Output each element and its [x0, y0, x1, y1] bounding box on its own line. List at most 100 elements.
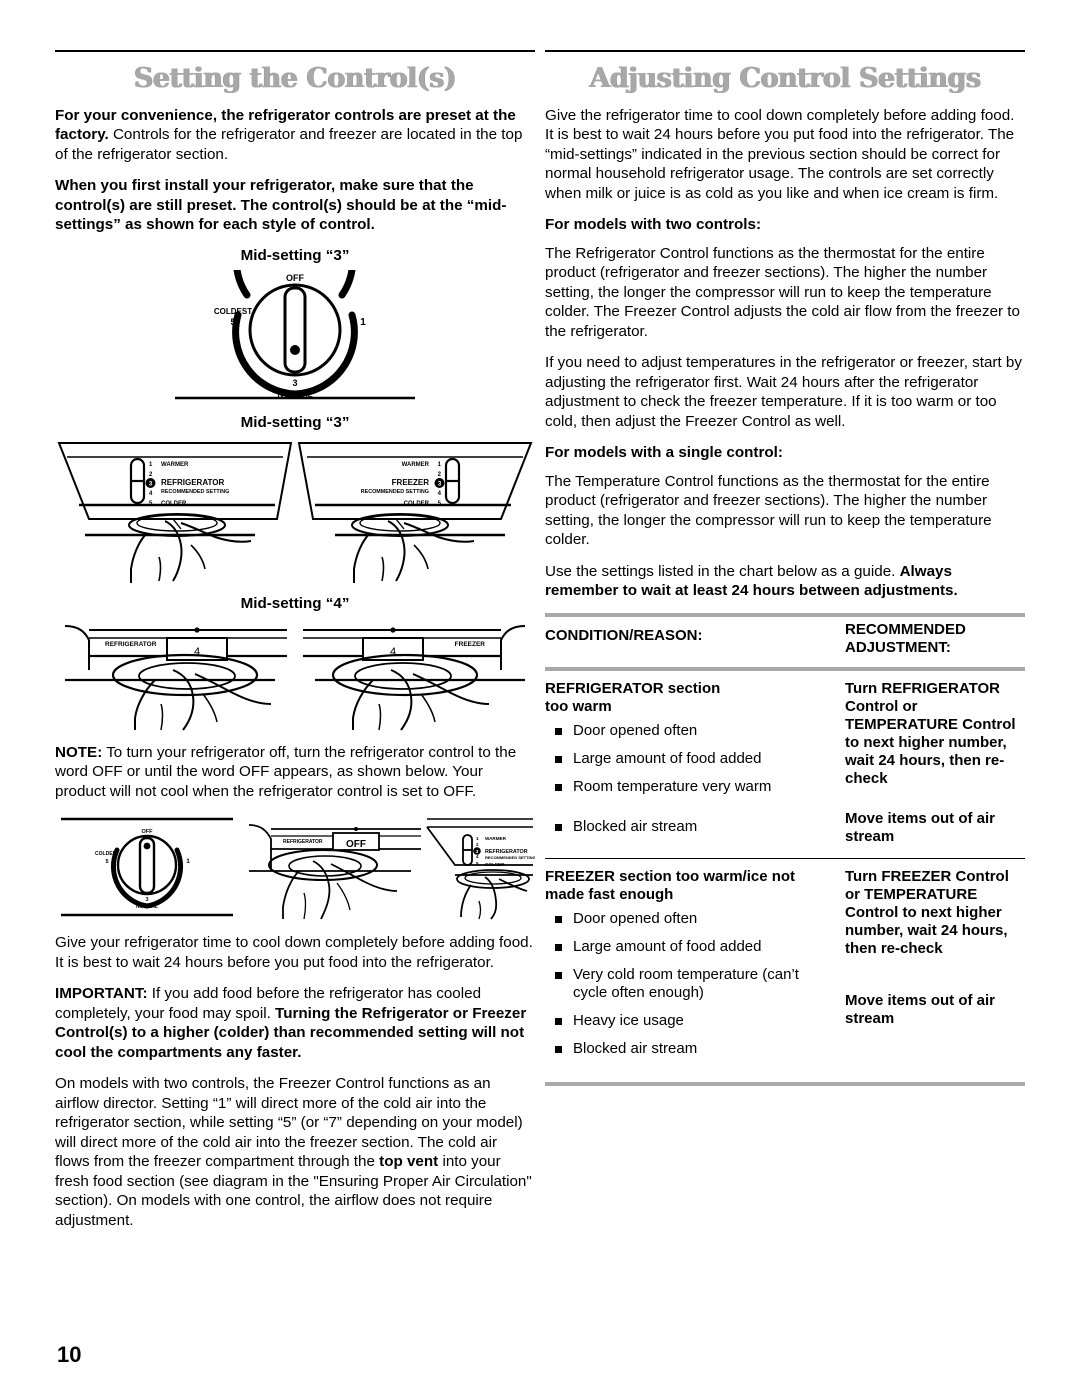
freezer-panel-num-4: 4 [438, 491, 442, 497]
off-dial-label-coldest: COLDEST [95, 851, 119, 857]
chart-row2-bullets-2: Blocked air stream [545, 1040, 837, 1058]
chart-header-adjustment-line2: ADJUSTMENT: [845, 638, 951, 656]
list-item: Blocked air stream [545, 818, 837, 836]
refrig-panel-warmer: WARMER [161, 462, 189, 468]
chart-row2-condition: FREEZER section too warm/ice not made fa… [545, 859, 845, 1068]
paragraph-first-install: When you first install your refrigerator… [55, 177, 507, 234]
slider-value-freezer-mid4: 4 [390, 646, 396, 658]
chart-row2-adjustment-text-2: Move items out of air stream [845, 991, 996, 1027]
heading-single-control: For models with a single control: [545, 444, 783, 462]
chart-header-condition-cell: CONDITION/REASON: [545, 617, 845, 667]
dial-label-off: OFF [286, 273, 304, 283]
list-item: Large amount of food added [545, 938, 837, 956]
left-column: Setting the Control(s) For your convenie… [55, 50, 535, 1242]
note-bold: NOTE: [55, 743, 103, 761]
freezer-panel-recommended: RECOMMENDED SETTING [361, 489, 429, 495]
chart-row2-adjustment: Turn FREEZER Control or TEMPERATURE Cont… [845, 859, 1025, 1068]
page-title-adjusting-control-settings: Adjusting Control Settings [589, 63, 981, 94]
label-mid-setting-4-panel: Mid-setting “4” [240, 594, 350, 612]
paragraph-airflow-director: On models with two controls, the Freezer… [55, 1074, 535, 1230]
off-dial-label-1: 1 [186, 858, 190, 865]
chart-row2-bullets: Door opened often Large amount of food a… [545, 910, 837, 1030]
preset-rest: Controls for the refrigerator and freeze… [55, 126, 523, 163]
off-dial-label-3: 3 [145, 897, 148, 903]
paragraph-note-turn-off: NOTE: To turn your refrigerator off, tur… [55, 743, 535, 802]
paragraph-use-chart: Use the settings listed in the chart bel… [545, 562, 1025, 601]
diagram-rotary-dial-mid3: OFF COLDEST 5 1 3 NORMAL [55, 269, 535, 400]
off-slider-label-refrigerator: REFRIGERATOR [283, 839, 323, 845]
refrig-panel-num-2: 2 [149, 472, 153, 478]
page-title-setting-controls: Setting the Control(s) [133, 63, 457, 94]
airflow-top-vent: top vent [379, 1153, 439, 1171]
paragraph-adjust-order: If you need to adjust temperatures in th… [545, 354, 1022, 430]
note-rest: To turn your refrigerator off, turn the … [55, 743, 517, 800]
off-panel-warmer: WARMER [485, 836, 507, 841]
important-bold: IMPORTANT: [55, 985, 148, 1003]
refrig-panel-num-1: 1 [149, 462, 153, 468]
slider-label-refrigerator-mid4: REFRIGERATOR [105, 641, 157, 648]
manual-page: Setting the Control(s) For your convenie… [0, 0, 1080, 1397]
refrig-panel-num-4: 4 [149, 491, 153, 497]
right-column: Adjusting Control Settings Give the refr… [545, 50, 1025, 1086]
chart-row2-adjustment-text: Turn FREEZER Control or TEMPERATURE Cont… [845, 867, 1009, 957]
list-item: Door opened often [545, 722, 837, 740]
paragraph-important: IMPORTANT: If you add food before the re… [55, 984, 535, 1062]
dial-label-coldest: COLDEST [214, 307, 252, 316]
off-panel-selected-3: 3 [476, 849, 479, 854]
off-panel-recommended: RECOMMENDED SETTING [485, 855, 535, 860]
chart-row1-title-line2: too warm [545, 697, 612, 715]
freezer-panel-colder: COLDER [404, 501, 430, 507]
left-top-rule [55, 50, 535, 52]
chart-row2-title-line1: FREEZER section too warm/ice not [545, 867, 796, 885]
diagram-slide-panels-mid3: 1 2 3 4 5 3 WARMER REFRIGERATOR RECOMMEN… [55, 437, 535, 585]
paragraph-refrigerator-thermostat: The Refrigerator Control functions as th… [545, 244, 1020, 340]
off-panel-num-1: 1 [476, 836, 479, 841]
off-panel-colder: COLDER [485, 862, 505, 867]
list-item: Heavy ice usage [545, 1012, 837, 1030]
off-dial-label-normal: NORMAL [136, 904, 158, 910]
page-number: 10 [57, 1342, 82, 1367]
use-chart-text: Use the settings listed in the chart bel… [545, 562, 900, 580]
chart-header-adjustment-cell: RECOMMENDED ADJUSTMENT: [845, 617, 1025, 667]
chart-row1-adjustment-text: Turn REFRIGERATOR Control or TEMPERATURE… [845, 679, 1016, 787]
refrig-panel-name: REFRIGERATOR [161, 478, 224, 487]
off-panel-num-2: 2 [476, 842, 479, 847]
chart-row1-condition: REFRIGERATOR section too warm Door opene… [545, 671, 845, 846]
paragraph-preset-at-factory: For your convenience, the refrigerator c… [55, 106, 535, 165]
dial-label-1: 1 [360, 317, 366, 328]
paragraph-cool-down-time: Give your refrigerator time to cool down… [55, 934, 533, 971]
list-item: Very cold room temperature (can’t cycle … [545, 966, 837, 1002]
heading-two-controls: For models with two controls: [545, 216, 761, 234]
freezer-panel-warmer: WARMER [402, 462, 430, 468]
refrig-panel-colder: COLDER [161, 501, 187, 507]
chart-row2-title-line2: made fast enough [545, 885, 674, 903]
freezer-panel-name: FREEZER [392, 478, 430, 487]
refrig-panel-recommended: RECOMMENDED SETTING [161, 489, 229, 495]
off-panel-num-5: 5 [476, 861, 479, 866]
chart-header-condition: CONDITION/REASON: [545, 626, 703, 644]
freezer-panel-num-1: 1 [438, 462, 442, 468]
off-dial-label-off: OFF [142, 829, 154, 835]
slider-label-freezer-mid4: FREEZER [455, 641, 486, 648]
table-row: REFRIGERATOR section too warm Door opene… [545, 671, 1025, 846]
label-mid-setting-3-panel: Mid-setting “3” [240, 413, 350, 431]
chart-row1-adjustment-gap [845, 788, 1025, 810]
label-mid-setting-3-dial: Mid-setting “3” [240, 246, 350, 264]
chart-row1-adjustment: Turn REFRIGERATOR Control or TEMPERATURE… [845, 671, 1025, 846]
diagram-slide-panels-mid4: REFRIGERATOR 4 FREEZER 4 [55, 618, 535, 733]
off-dial-label-5: 5 [105, 859, 108, 865]
chart-row1-title-line1: REFRIGERATOR section [545, 679, 721, 697]
freezer-panel-num-2: 2 [438, 472, 442, 478]
off-slider-value: OFF [346, 839, 366, 850]
right-top-rule [545, 50, 1025, 52]
list-item: Large amount of food added [545, 750, 837, 768]
chart-row1-bullets: Door opened often Large amount of food a… [545, 722, 837, 796]
chart-row1-adjustment-text-2: Move items out of air stream [845, 809, 996, 845]
paragraph-temperature-control: The Temperature Control functions as the… [545, 472, 992, 549]
list-item: Door opened often [545, 910, 837, 928]
list-item: Room temperature very warm [545, 778, 837, 796]
chart-row1-bullets-2: Blocked air stream [545, 818, 837, 836]
chart-rule-bottom [545, 1081, 1025, 1086]
paragraph-cool-down-right: Give the refrigerator time to cool down … [545, 106, 1015, 202]
chart-header-adjustment-line1: RECOMMENDED [845, 620, 966, 638]
